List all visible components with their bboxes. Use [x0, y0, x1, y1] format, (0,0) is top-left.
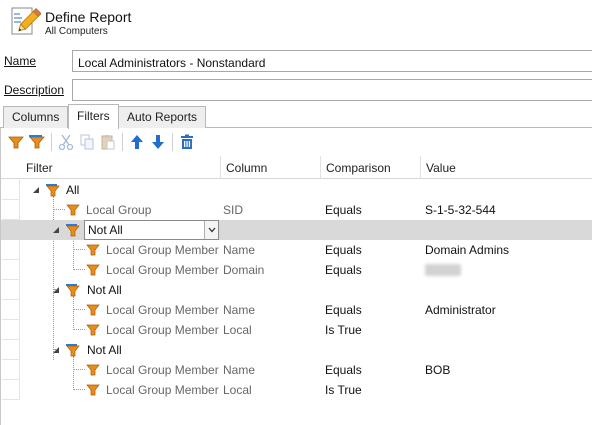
filter-icon	[66, 204, 80, 216]
filter-icon	[86, 244, 100, 256]
name-field[interactable]	[72, 50, 592, 72]
filter-comparison: Is True	[325, 383, 362, 397]
toolbar-separator	[122, 133, 123, 151]
column-header-comparison[interactable]: Comparison	[321, 156, 421, 179]
dialog-subtitle: All Computers	[45, 26, 108, 37]
redacted-value	[425, 264, 461, 276]
filter-name: Local Group Member	[106, 323, 219, 337]
toolbar-separator	[172, 133, 173, 151]
collapse-arrow-icon[interactable]	[52, 226, 60, 234]
filter-name: Local Group Member	[106, 303, 219, 317]
filter-value: BOB	[425, 363, 451, 377]
tree-row-group[interactable]: All	[1, 180, 592, 200]
move-down-icon[interactable]	[149, 133, 167, 151]
filters-panel: Filter Column Comparison Value All Local…	[0, 128, 592, 425]
collapse-arrow-icon[interactable]	[32, 186, 40, 194]
tab-columns[interactable]: Columns	[3, 106, 68, 128]
tree-row-condition[interactable]: Local Group Member Name Equals BOB	[1, 360, 592, 380]
filter-icon	[86, 364, 100, 376]
filter-name: All	[66, 183, 80, 197]
report-pencil-icon	[11, 7, 41, 35]
dialog-header: Define Report All Computers	[0, 0, 592, 44]
filter-group-icon	[66, 284, 80, 297]
filter-icon	[86, 324, 100, 336]
toolbar-separator	[51, 133, 52, 151]
paste-icon[interactable]	[99, 133, 117, 151]
filter-name: Local Group Member	[106, 243, 219, 257]
add-filter-icon[interactable]	[7, 133, 25, 151]
tree-row-condition[interactable]: Local Group Member Local Is True	[1, 320, 592, 340]
tree-row-condition[interactable]: Local Group Member Name Equals Administr…	[1, 300, 592, 320]
grid-header: Filter Column Comparison Value	[1, 156, 592, 179]
dialog-title: Define Report	[45, 9, 132, 25]
filters-grid: Filter Column Comparison Value All Local…	[1, 156, 592, 425]
filter-name: Local Group Member	[106, 363, 219, 377]
filters-toolbar	[1, 128, 592, 156]
filter-value: S-1-5-32-544	[425, 203, 496, 217]
tab-strip: Columns Filters Auto Reports	[0, 104, 592, 129]
name-label-text: Name	[4, 54, 37, 68]
tree-row-group[interactable]: Not All	[1, 340, 592, 360]
tree-row-condition[interactable]: Local Group Member Domain Equals	[1, 260, 592, 280]
filter-column: Name	[223, 303, 256, 317]
filter-column: Name	[223, 363, 256, 377]
group-type-value: Not All	[88, 223, 123, 237]
collapse-arrow-icon[interactable]	[52, 346, 60, 354]
column-header-value[interactable]: Value	[421, 156, 592, 179]
add-filter-group-icon[interactable]	[28, 133, 46, 151]
dropdown-button[interactable]	[204, 221, 218, 239]
filter-group-icon	[46, 184, 60, 197]
tree-row-group[interactable]: Not All	[1, 280, 592, 300]
copy-icon[interactable]	[78, 133, 96, 151]
filter-comparison: Equals	[325, 303, 362, 317]
filter-column: Domain	[223, 263, 265, 277]
group-type-dropdown[interactable]: Not All	[84, 220, 219, 240]
filter-name: Not All	[87, 283, 122, 297]
tab-filters[interactable]: Filters	[68, 104, 119, 129]
filter-column: Local	[223, 383, 252, 397]
description-label-text: Description	[4, 83, 65, 97]
filter-column: Name	[223, 243, 256, 257]
filter-icon	[86, 384, 100, 396]
filter-comparison: Is True	[325, 323, 362, 337]
filter-icon	[86, 264, 100, 276]
description-field[interactable]	[72, 79, 592, 101]
filter-column: SID	[223, 203, 244, 217]
filter-group-icon	[66, 224, 80, 237]
name-label: Name	[4, 54, 36, 68]
filter-comparison: Equals	[325, 243, 362, 257]
delete-icon[interactable]	[178, 133, 196, 151]
collapse-arrow-icon[interactable]	[52, 286, 60, 294]
tree-row-condition[interactable]: Local Group SID Equals S-1-5-32-544	[1, 200, 592, 220]
filter-comparison: Equals	[325, 263, 362, 277]
filter-icon	[86, 304, 100, 316]
description-label: Description	[4, 83, 64, 97]
filter-name: Not All	[87, 343, 122, 357]
move-up-icon[interactable]	[128, 133, 146, 151]
filter-value: Domain Admins	[425, 243, 510, 257]
filter-group-icon	[66, 344, 80, 357]
tab-auto-reports[interactable]: Auto Reports	[118, 106, 206, 128]
filter-name: Local Group	[86, 203, 152, 217]
column-header-filter[interactable]: Filter	[21, 156, 221, 179]
filter-name: Local Group Member	[106, 263, 219, 277]
column-header-column[interactable]: Column	[221, 156, 321, 179]
tree-row-condition[interactable]: Local Group Member Name Equals Domain Ad…	[1, 240, 592, 260]
filter-column: Local	[223, 323, 252, 337]
filter-comparison: Equals	[325, 363, 362, 377]
cut-icon[interactable]	[57, 133, 75, 151]
filter-name: Local Group Member	[106, 383, 219, 397]
filter-value: Administrator	[425, 303, 496, 317]
tree-row-condition[interactable]: Local Group Member Local Is True	[1, 380, 592, 400]
filter-comparison: Equals	[325, 203, 362, 217]
tree-row-group-selected[interactable]: Not All	[1, 220, 592, 240]
chevron-down-icon	[208, 227, 216, 233]
